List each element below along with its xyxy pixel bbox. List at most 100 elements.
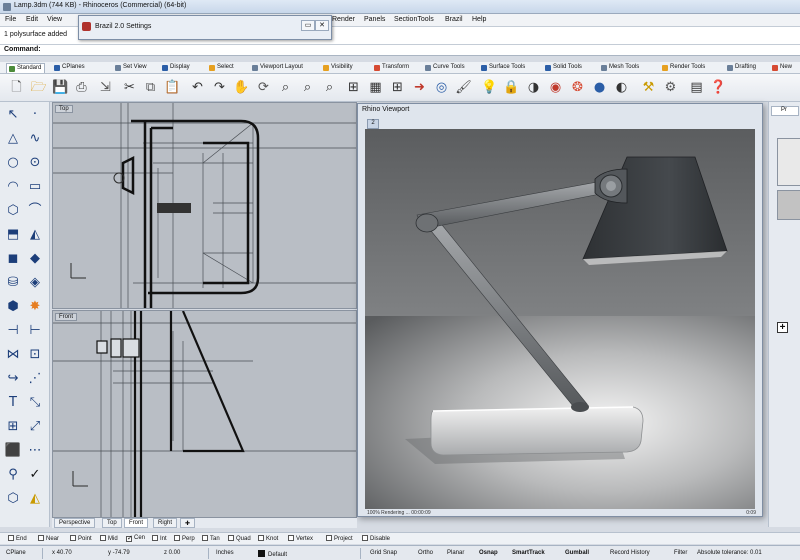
check-icon[interactable]: ✓	[26, 466, 44, 484]
boolean-icon[interactable]: ◈	[26, 274, 44, 292]
viewport-number-badge[interactable]: 2	[367, 119, 379, 129]
top-viewport[interactable]: Top	[52, 102, 357, 309]
tab-visibility[interactable]: Visibility	[321, 63, 356, 73]
status-gumball[interactable]: Gumball	[565, 550, 589, 556]
cube-view-icon[interactable]: ⬛	[4, 442, 22, 460]
osnap-checkbox[interactable]	[228, 535, 234, 541]
osnap-int[interactable]: Int	[152, 535, 167, 542]
osnap-disable[interactable]: Disable	[362, 535, 390, 542]
osnap-cen[interactable]: ✓Cen	[126, 535, 145, 542]
cage-icon[interactable]: ⬡	[4, 490, 22, 508]
zoom-extents-icon[interactable]: ⌕	[321, 79, 338, 96]
text-icon[interactable]: T	[4, 394, 22, 412]
viewport-tab-top[interactable]: Top	[102, 518, 122, 528]
osnap-checkbox[interactable]	[152, 535, 158, 541]
menu-sectiontools[interactable]: SectionTools	[394, 16, 434, 23]
viewport-tab-front[interactable]: Front	[124, 518, 149, 528]
command-line[interactable]: Command:	[0, 45, 800, 56]
menu-help[interactable]: Help	[472, 16, 486, 23]
render-icon[interactable]: ◐	[613, 79, 630, 96]
save-icon[interactable]: 💾	[52, 79, 69, 96]
split-icon[interactable]: ⊢	[26, 322, 44, 340]
redo-icon[interactable]: ↷	[211, 79, 228, 96]
select-arrow-icon[interactable]: ↖	[4, 106, 22, 124]
point-icon[interactable]: ·	[26, 106, 44, 124]
zoom-window-icon[interactable]: ⌕	[299, 79, 316, 96]
menu-panels[interactable]: Panels	[364, 16, 385, 23]
lock-icon[interactable]: 🔒	[503, 79, 520, 96]
top-viewport-label[interactable]: Top	[55, 105, 73, 113]
osnap-checkbox[interactable]	[258, 535, 264, 541]
tab-standard[interactable]: Standard	[6, 63, 46, 73]
copy-icon[interactable]: ⧉	[142, 79, 159, 96]
properties-tab[interactable]: Pr	[771, 106, 799, 116]
tab-solid-tools[interactable]: Solid Tools	[543, 63, 585, 73]
tab-select[interactable]: Select	[207, 63, 237, 73]
status-planar[interactable]: Planar	[447, 550, 464, 556]
move-icon[interactable]: ➜	[411, 79, 428, 96]
osnap-checkbox[interactable]	[70, 535, 76, 541]
cut-icon[interactable]: ✂	[121, 79, 138, 96]
analyze-icon[interactable]: ⚲	[4, 466, 22, 484]
tab-render-tools[interactable]: Render Tools	[660, 63, 708, 73]
pan-icon[interactable]: ✋	[233, 79, 250, 96]
dialog-close-button[interactable]: ✕	[315, 20, 329, 31]
tab-curve-tools[interactable]: Curve Tools	[423, 63, 468, 73]
viewport-tab-right[interactable]: Right	[153, 518, 178, 528]
grid-icon[interactable]: ⊞	[389, 79, 406, 96]
options-icon[interactable]: ⚙	[662, 79, 679, 96]
menu-file[interactable]: File	[5, 16, 16, 23]
explode-icon[interactable]: ✸	[26, 298, 44, 316]
four-viewports-icon[interactable]: ▦	[367, 79, 384, 96]
array-icon[interactable]: ⋰	[26, 370, 44, 388]
extrude-icon[interactable]: ⬒	[4, 226, 22, 244]
osnap-perp[interactable]: Perp	[174, 535, 195, 542]
status-osnap[interactable]: Osnap	[479, 550, 498, 556]
material-icon[interactable]: ◉	[547, 79, 564, 96]
polyline-icon[interactable]: △	[4, 130, 22, 148]
print-icon[interactable]: ⎙	[73, 79, 90, 96]
join-icon[interactable]: ⋈	[4, 346, 22, 364]
rotate-view-icon[interactable]: ◎	[433, 79, 450, 96]
cylinder-icon[interactable]: ⛁	[4, 274, 22, 292]
osnap-checkbox[interactable]	[326, 535, 332, 541]
curve-icon[interactable]: ∿	[26, 130, 44, 148]
status-record-history[interactable]: Record History	[610, 550, 650, 556]
osnap-vertex[interactable]: Vertex	[288, 535, 313, 542]
menu-view[interactable]: View	[47, 16, 62, 23]
loft-icon[interactable]: ◭	[26, 226, 44, 244]
menu-edit[interactable]: Edit	[26, 16, 38, 23]
box-icon[interactable]: ◼	[4, 250, 22, 268]
sphere-icon[interactable]: ●	[591, 79, 608, 96]
arc-icon[interactable]: ◠	[4, 178, 22, 196]
status-smarttrack[interactable]: SmartTrack	[512, 550, 545, 556]
osnap-tan[interactable]: Tan	[202, 535, 220, 542]
material-swatch-1[interactable]	[777, 138, 800, 186]
zoom-icon[interactable]: ⌕	[277, 79, 294, 96]
osnap-mid[interactable]: Mid	[100, 535, 118, 542]
osnap-near[interactable]: Near	[38, 535, 59, 542]
osnap-checkbox[interactable]	[362, 535, 368, 541]
help-icon[interactable]: ❓	[710, 79, 727, 96]
tab-display[interactable]: Display	[160, 63, 193, 73]
circle-icon[interactable]: ○	[4, 154, 22, 172]
offset-icon[interactable]: ↪	[4, 370, 22, 388]
status-grid-snap[interactable]: Grid Snap	[370, 550, 397, 556]
open-icon[interactable]: 🗁	[30, 79, 47, 96]
dialog-minimize-button[interactable]: ▭	[301, 20, 315, 31]
shade-icon[interactable]: ◑	[525, 79, 542, 96]
brazil-settings-dialog[interactable]: Brazil 2.0 Settings ▭ ✕	[78, 15, 332, 40]
osnap-project[interactable]: Project	[326, 535, 353, 542]
zoom-selected-icon[interactable]: ⊞	[345, 79, 362, 96]
new-file-icon[interactable]: 🗋	[8, 79, 25, 96]
import-icon[interactable]: ⇲	[97, 79, 114, 96]
lightbulb-icon[interactable]: 💡	[481, 79, 498, 96]
undo-icon[interactable]: ↶	[189, 79, 206, 96]
rhino-render-viewport[interactable]: Rhino Viewport 2 100% Rendering ... 00:0…	[357, 103, 763, 517]
paint-icon[interactable]: 🖌	[455, 79, 472, 96]
status-units[interactable]: Inches	[216, 550, 234, 556]
rectangle-icon[interactable]: ▭	[26, 178, 44, 196]
front-viewport-label[interactable]: Front	[55, 313, 78, 321]
trim-icon[interactable]: ⊣	[4, 322, 22, 340]
menu-brazil[interactable]: Brazil	[445, 16, 463, 23]
